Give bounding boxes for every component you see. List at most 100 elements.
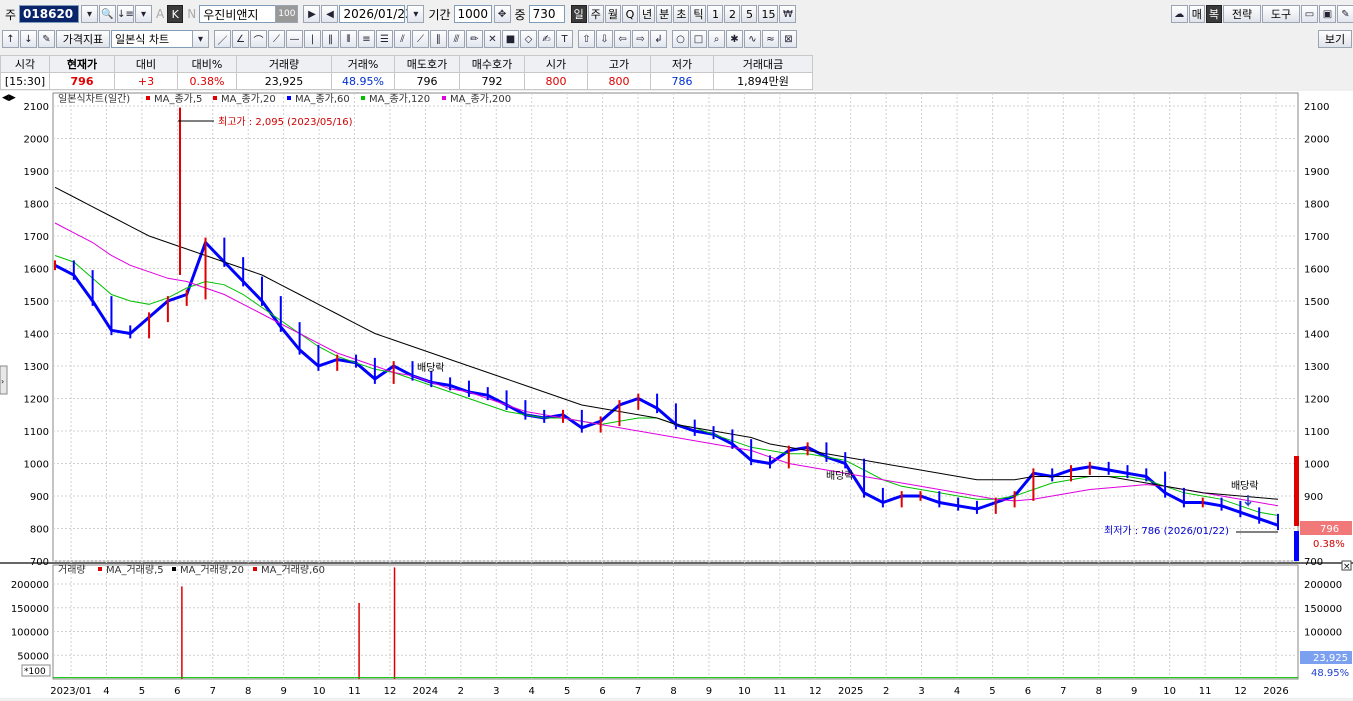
period-day-button[interactable]: 일 [570, 5, 587, 23]
x-tick-label: 6 [1025, 686, 1031, 697]
search-icon[interactable]: 🔍 [99, 5, 117, 23]
cycle-lines-icon[interactable]: ‖ [322, 30, 339, 48]
panel-toggle-icon[interactable]: ◀▶ [2, 93, 16, 103]
price-y-tick-label-right: 2000 [1304, 135, 1329, 146]
return-icon[interactable]: ↲ [650, 30, 667, 48]
angle-icon[interactable]: ∠ [232, 30, 249, 48]
interval-2-button[interactable]: 2 [724, 5, 741, 23]
quote-header-cell: 시가 [524, 55, 588, 73]
line-tool-icon[interactable]: ⟋ [412, 30, 429, 48]
x-tick-label: 12 [809, 686, 822, 697]
period-minute-button[interactable]: 분 [656, 5, 673, 23]
quote-trade-amount: 1,894만원 [713, 72, 813, 90]
play-prev-icon[interactable]: ◀ [321, 5, 339, 23]
channel-icon[interactable]: ⫽ [394, 30, 411, 48]
market-n-label[interactable]: N [187, 7, 196, 21]
view-menu-button[interactable]: 보기 [1318, 30, 1352, 48]
price-y-tick-label: 1100 [24, 427, 49, 438]
grid-lines-icon[interactable]: ≡ [358, 30, 375, 48]
delete-drawing-icon[interactable]: ⊠ [780, 30, 797, 48]
rectangle-tool-icon[interactable]: □ [690, 30, 707, 48]
period-input[interactable]: 1000 [453, 5, 492, 23]
period-quarter-button[interactable]: Q [621, 5, 638, 23]
tools-menu-button[interactable]: 도구 [1262, 5, 1300, 23]
single-mode-button[interactable]: 매 [1188, 5, 1205, 23]
fibonacci-icon[interactable]: ☰ [376, 30, 393, 48]
x-tick-label: 7 [1060, 686, 1066, 697]
marker-icon[interactable]: ◇ [520, 30, 537, 48]
close-panel-x[interactable]: × [1343, 562, 1351, 572]
calendar-dropdown-icon[interactable]: ▾ [407, 5, 425, 23]
cloud-icon[interactable]: ☁ [1170, 5, 1188, 23]
multi-mode-button[interactable]: 복 [1205, 5, 1222, 23]
wave-icon[interactable]: ∿ [744, 30, 761, 48]
bug-icon[interactable]: ✱ [726, 30, 743, 48]
sort-icon[interactable]: ↓≡ [117, 5, 135, 23]
chart-type-select[interactable]: 일본식 차트 [111, 30, 193, 48]
edit-icon[interactable]: ✎ [38, 30, 55, 48]
price-y-tick-label-right: 1100 [1304, 427, 1329, 438]
note-icon[interactable]: ✍ [538, 30, 555, 48]
volume-y-tick-label-right: 150000 [1304, 604, 1342, 615]
fan-icon[interactable]: ⟋ [268, 30, 285, 48]
period-week-button[interactable]: 주 [587, 5, 604, 23]
chart-area[interactable]: 7007008008009009001000100011001100120012… [0, 91, 1353, 698]
text-tool-icon[interactable]: T [556, 30, 573, 48]
pencil-icon[interactable]: ✏ [466, 30, 483, 48]
chart-type-dropdown-icon[interactable]: ▾ [192, 30, 209, 48]
cross-tool-icon[interactable]: ✕ [484, 30, 501, 48]
save-icon[interactable]: ▣ [1319, 5, 1336, 23]
multi-vertical-icon[interactable]: ⦀ [340, 30, 357, 48]
dividend-label-2023: 배당락 [417, 362, 445, 374]
gann-icon[interactable]: ⫻ [448, 30, 465, 48]
play-next-icon[interactable]: ▶ [303, 5, 321, 23]
left-handle-arrow-icon[interactable]: › [1, 377, 4, 386]
arrow-down-icon[interactable]: ↓ [20, 30, 37, 48]
interval-5-button[interactable]: 5 [741, 5, 758, 23]
move-right-icon[interactable]: ⇨ [632, 30, 649, 48]
legend-swatch [253, 567, 257, 571]
arc-icon[interactable]: ⌒ [250, 30, 267, 48]
x-tick-label: 12 [1234, 686, 1247, 697]
date-input[interactable]: 2026/01/23 [339, 5, 413, 23]
interval-1-button[interactable]: 1 [707, 5, 724, 23]
interval-15-button[interactable]: 15 [758, 5, 779, 23]
zoom-icon[interactable]: ⌕ [708, 30, 725, 48]
dropdown-icon[interactable]: ▾ [135, 5, 153, 23]
quote-change: +3 [114, 72, 178, 90]
horizontal-line-icon[interactable]: — [286, 30, 303, 48]
move-icon[interactable]: ✥ [493, 5, 511, 23]
price-indicator-button[interactable]: 가격지표 [56, 30, 110, 48]
custom-interval-icon[interactable]: ₩ [779, 5, 797, 23]
x-tick-label: 2025 [838, 686, 863, 697]
x-tick-label: 9 [280, 686, 286, 697]
price-y-tick-label: 1900 [24, 167, 49, 178]
count-input[interactable]: 730 [528, 5, 565, 23]
parallel-icon[interactable]: ∥ [430, 30, 447, 48]
arrow-up-icon[interactable]: ↑ [2, 30, 19, 48]
quote-header-cell: 현재가 [49, 55, 115, 73]
multi-wave-icon[interactable]: ≈ [762, 30, 779, 48]
legend-label: MA_종가,60 [295, 93, 350, 105]
stock-code-input[interactable]: 018620 [19, 5, 80, 23]
price-y-tick-label-right: 1700 [1304, 232, 1329, 243]
market-k-button[interactable]: K [167, 5, 184, 23]
open-folder-icon[interactable]: ▭ [1301, 5, 1318, 23]
trendline-icon[interactable]: ／ [214, 30, 231, 48]
vertical-line-icon[interactable]: | [304, 30, 321, 48]
period-month-button[interactable]: 월 [604, 5, 621, 23]
move-up-icon[interactable]: ⇧ [578, 30, 595, 48]
wrench-icon[interactable]: ✎ [1337, 5, 1353, 23]
market-a-label[interactable]: A [156, 7, 164, 21]
strategy-menu-button[interactable]: 전략 [1223, 5, 1261, 23]
move-left-icon[interactable]: ⇦ [614, 30, 631, 48]
circle-tool-icon[interactable]: ○ [672, 30, 689, 48]
color-picker-icon[interactable]: ■ [502, 30, 519, 48]
period-second-button[interactable]: 초 [673, 5, 690, 23]
dropdown-icon[interactable]: ▾ [81, 5, 99, 23]
period-tick-button[interactable]: 틱 [690, 5, 707, 23]
move-down-icon[interactable]: ⇩ [596, 30, 613, 48]
chart-canvas[interactable]: 7007008008009009001000100011001100120012… [0, 91, 1353, 698]
quote-header-cell: 대비% [177, 55, 237, 73]
period-year-button[interactable]: 년 [638, 5, 656, 23]
